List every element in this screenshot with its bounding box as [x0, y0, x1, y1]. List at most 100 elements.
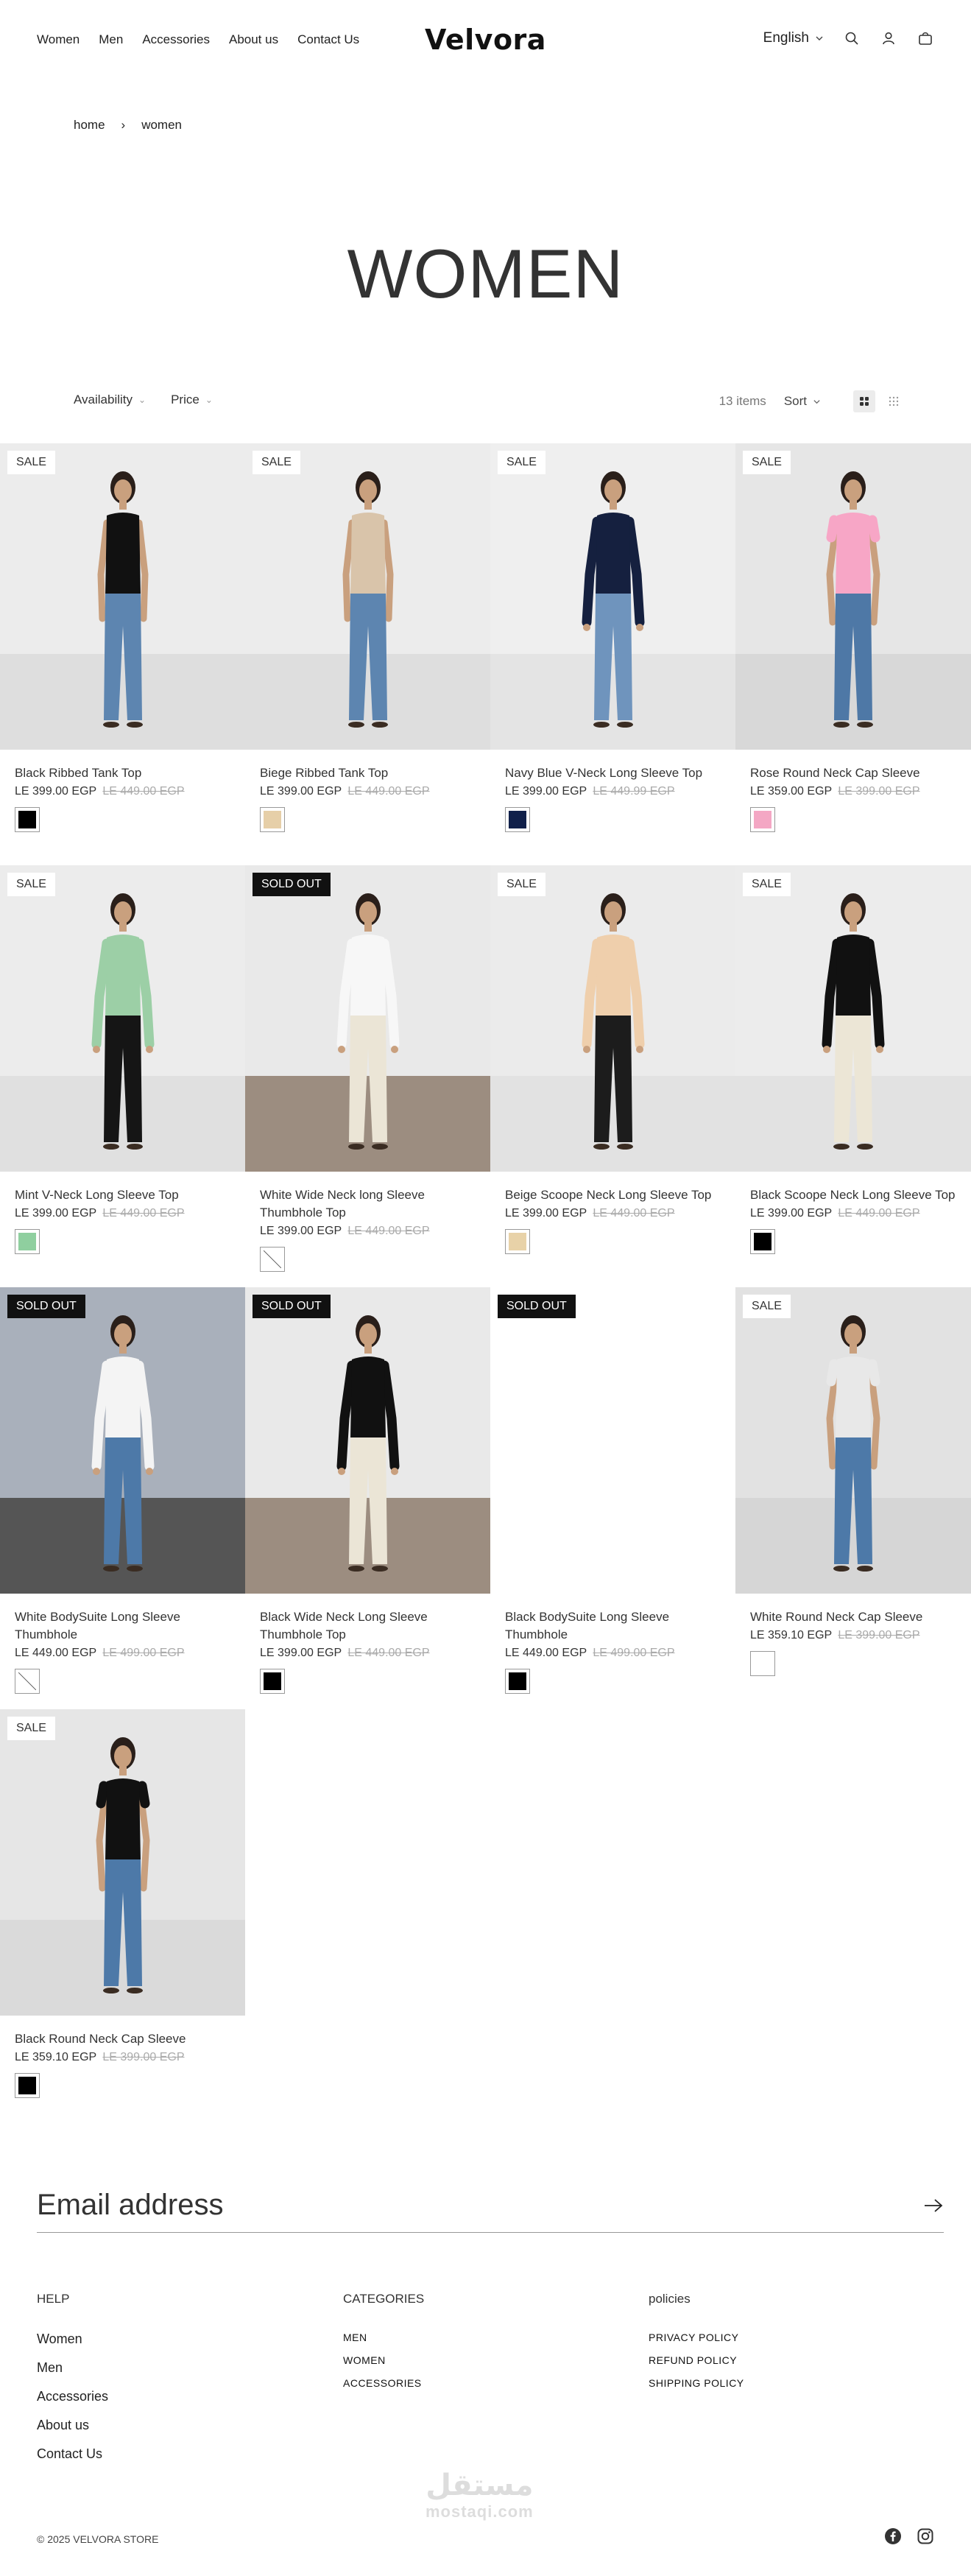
footer-link-contact-us[interactable]: Contact Us: [37, 2446, 108, 2462]
product-image[interactable]: SALE: [735, 1287, 971, 1594]
original-price: LE 399.00 EGP: [838, 1629, 920, 1641]
product-image[interactable]: SALE: [490, 443, 735, 750]
language-selector[interactable]: English: [763, 30, 824, 46]
product-card[interactable]: SALE Black Scoope Neck Long Sleeve Top L…: [735, 865, 971, 1287]
color-swatch[interactable]: [15, 1669, 40, 1694]
product-title[interactable]: White BodySuite Long Sleeve Thumbhole: [15, 1608, 230, 1644]
footer-link-shipping-policy[interactable]: SHIPPING POLICY: [649, 2377, 744, 2389]
footer-link-accessories-category[interactable]: ACCESSORIES: [343, 2377, 424, 2389]
footer-link-men[interactable]: Men: [37, 2360, 108, 2376]
sort-dropdown[interactable]: Sort: [784, 394, 821, 409]
image-floor: [490, 1498, 735, 1594]
product-title[interactable]: Beige Scoope Neck Long Sleeve Top: [505, 1186, 721, 1204]
product-image[interactable]: SOLD OUT: [0, 1287, 245, 1594]
color-swatch[interactable]: [15, 807, 40, 832]
product-title[interactable]: Mint V-Neck Long Sleeve Top: [15, 1186, 230, 1204]
chevron-down-icon: ⌄: [205, 395, 213, 405]
color-swatch[interactable]: [750, 1229, 775, 1254]
product-image[interactable]: SOLD OUT: [490, 1287, 735, 1594]
swatch-color: [18, 1233, 36, 1250]
product-title[interactable]: Black Ribbed Tank Top: [15, 764, 230, 782]
color-swatch[interactable]: [505, 807, 530, 832]
instagram-icon[interactable]: [917, 2527, 934, 2545]
color-swatch[interactable]: [260, 1247, 285, 1272]
grid-view-small-button[interactable]: [883, 390, 905, 412]
filter-availability[interactable]: Availability ⌄: [74, 393, 146, 407]
footer-link-women[interactable]: Women: [37, 2332, 108, 2347]
color-swatch[interactable]: [15, 1229, 40, 1254]
product-card[interactable]: SALE Navy Blue V-Neck Long Sleeve Top LE…: [490, 443, 735, 865]
product-title[interactable]: Navy Blue V-Neck Long Sleeve Top: [505, 764, 721, 782]
product-card[interactable]: SALE Biege Ribbed Tank Top LE 399.00 EGP…: [245, 443, 490, 865]
product-card[interactable]: SOLD OUT Black BodySuite Long Sleeve Thu…: [490, 1287, 735, 1709]
color-swatch[interactable]: [505, 1669, 530, 1694]
product-image[interactable]: SALE: [245, 443, 490, 750]
product-price: LE 399.00 EGP LE 449.00 EGP: [15, 1207, 230, 1220]
product-image[interactable]: SALE: [0, 443, 245, 750]
product-title[interactable]: Biege Ribbed Tank Top: [260, 764, 476, 782]
account-icon[interactable]: [880, 29, 897, 47]
swatch-color: [509, 811, 526, 828]
swatch-color: [509, 1672, 526, 1690]
sold-out-badge: SOLD OUT: [498, 1295, 576, 1318]
product-card[interactable]: SOLD OUT White BodySuite Long Sleeve Thu…: [0, 1287, 245, 1709]
product-card[interactable]: SALE Black Ribbed Tank Top LE 399.00 EGP…: [0, 443, 245, 865]
grid-view-large-button[interactable]: [853, 390, 875, 412]
watermark: مستقل mostaqi.com: [426, 2468, 534, 2522]
product-card[interactable]: SOLD OUT Black Wide Neck Long Sleeve Thu…: [245, 1287, 490, 1709]
product-card[interactable]: SALE Black Round Neck Cap Sleeve LE 359.…: [0, 1709, 245, 2131]
filter-price[interactable]: Price ⌄: [171, 393, 213, 407]
product-title[interactable]: White Round Neck Cap Sleeve: [750, 1608, 956, 1626]
product-image[interactable]: SALE: [0, 865, 245, 1172]
sale-price: LE 399.00 EGP: [260, 1225, 342, 1237]
product-title[interactable]: Black Round Neck Cap Sleeve: [15, 2030, 230, 2048]
facebook-icon[interactable]: [884, 2527, 902, 2545]
product-image[interactable]: SALE: [0, 1709, 245, 2016]
sale-price: LE 449.00 EGP: [15, 1647, 96, 1659]
color-swatch[interactable]: [505, 1229, 530, 1254]
arrow-right-icon[interactable]: [923, 2197, 944, 2214]
footer-link-refund-policy[interactable]: REFUND POLICY: [649, 2354, 744, 2366]
sale-price: LE 359.10 EGP: [750, 1629, 832, 1641]
filter-price-label: Price: [171, 393, 200, 407]
footer-help: HELP Women Men Accessories About us Cont…: [37, 2292, 108, 2475]
product-title[interactable]: Black BodySuite Long Sleeve Thumbhole: [505, 1608, 721, 1644]
footer-link-accessories[interactable]: Accessories: [37, 2389, 108, 2404]
footer-link-about-us[interactable]: About us: [37, 2418, 108, 2433]
product-image[interactable]: SALE: [735, 443, 971, 750]
product-card[interactable]: SALE Mint V-Neck Long Sleeve Top LE 399.…: [0, 865, 245, 1287]
newsletter-email-field[interactable]: Email address: [37, 2189, 944, 2233]
swatch-color: [18, 811, 36, 828]
product-image[interactable]: SALE: [490, 865, 735, 1172]
product-image[interactable]: SOLD OUT: [245, 865, 490, 1172]
cart-icon[interactable]: [917, 29, 934, 47]
product-card[interactable]: SALE Beige Scoope Neck Long Sleeve Top L…: [490, 865, 735, 1287]
sale-badge: SALE: [253, 451, 300, 474]
product-title[interactable]: Black Wide Neck Long Sleeve Thumbhole To…: [260, 1608, 476, 1644]
footer-link-women-category[interactable]: WOMEN: [343, 2354, 424, 2366]
color-swatch[interactable]: [750, 807, 775, 832]
original-price: LE 399.00 EGP: [838, 785, 920, 798]
product-title[interactable]: Black Scoope Neck Long Sleeve Top: [750, 1186, 956, 1204]
footer-link-men-category[interactable]: MEN: [343, 2332, 424, 2343]
product-card[interactable]: SALE White Round Neck Cap Sleeve LE 359.…: [735, 1287, 971, 1709]
color-swatch[interactable]: [260, 1669, 285, 1694]
footer-link-privacy-policy[interactable]: PRIVACY POLICY: [649, 2332, 744, 2343]
model-figure: [582, 471, 644, 728]
product-image[interactable]: SALE: [735, 865, 971, 1172]
sale-badge: SALE: [743, 1295, 791, 1318]
chevron-down-icon: ⌄: [138, 395, 146, 405]
swatch-color: [18, 1672, 36, 1690]
product-image[interactable]: SOLD OUT: [245, 1287, 490, 1594]
product-title[interactable]: White Wide Neck long Sleeve Thumbhole To…: [260, 1186, 476, 1222]
search-icon[interactable]: [843, 29, 861, 47]
color-swatch[interactable]: [15, 2073, 40, 2098]
model-figure: [91, 893, 154, 1150]
product-card[interactable]: SALE Rose Round Neck Cap Sleeve LE 359.0…: [735, 443, 971, 865]
color-swatch[interactable]: [260, 807, 285, 832]
color-swatch[interactable]: [750, 1651, 775, 1676]
model-figure: [336, 1315, 399, 1572]
breadcrumb-home[interactable]: home: [74, 118, 105, 133]
product-title[interactable]: Rose Round Neck Cap Sleeve: [750, 764, 956, 782]
product-card[interactable]: SOLD OUT White Wide Neck long Sleeve Thu…: [245, 865, 490, 1287]
